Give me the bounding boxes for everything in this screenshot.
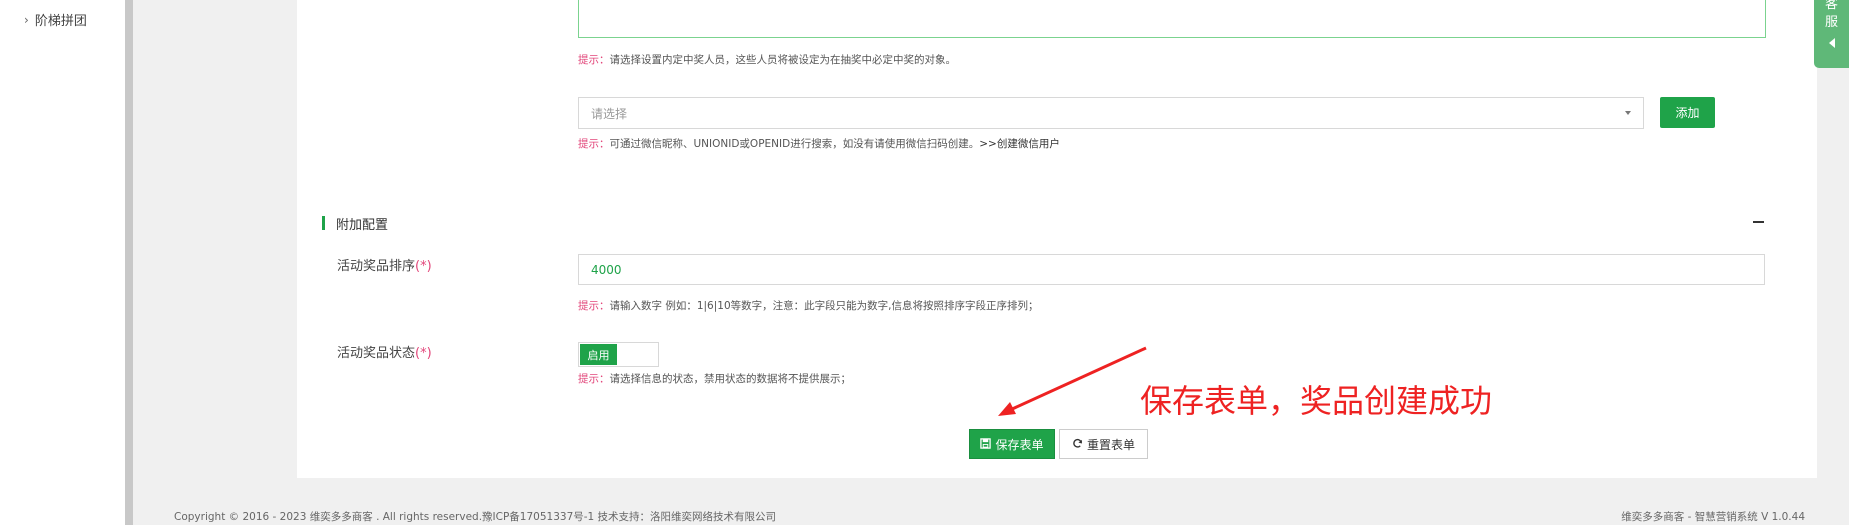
caret-left-icon: [1828, 38, 1835, 48]
footer-version: 维奕多多商客 - 智慧营销系统 V 1.0.44: [1621, 511, 1805, 523]
page-footer: Copyright © 2016 - 2023 维奕多多商客 . All rig…: [160, 495, 1817, 525]
service-tab-label: 客 服: [1824, 0, 1838, 30]
customer-service-tab[interactable]: 客 服: [1814, 0, 1849, 68]
annotation-arrow: [998, 346, 1147, 416]
footer-copyright: Copyright © 2016 - 2023 维奕多多商客 . All rig…: [174, 511, 777, 523]
annotation-text: 保存表单，奖品创建成功: [1140, 382, 1493, 420]
